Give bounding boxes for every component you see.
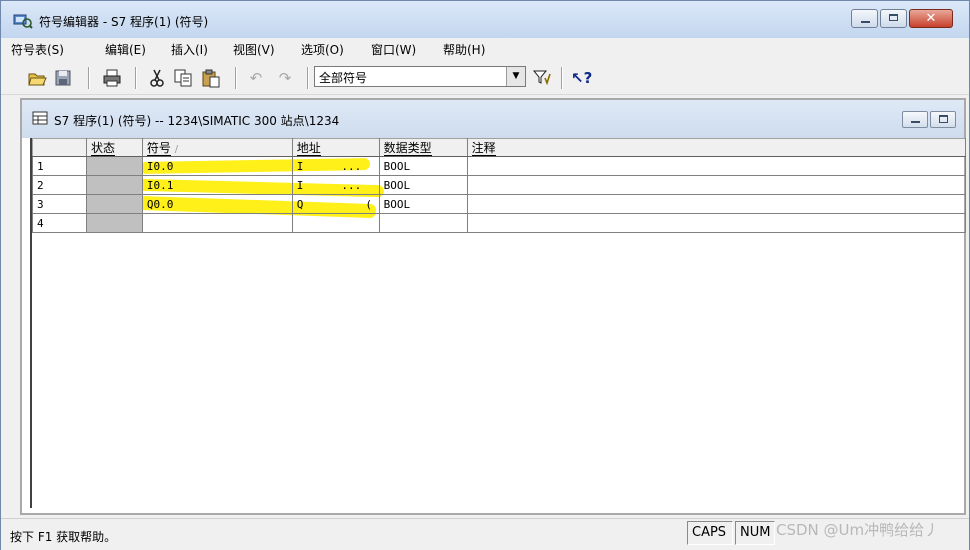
row-number[interactable]: 2	[32, 175, 87, 195]
minimize-icon	[861, 21, 870, 23]
help-pointer-icon[interactable]: ↖?	[571, 68, 592, 88]
table-row[interactable]: 4	[32, 213, 967, 233]
redo-icon[interactable]: ↷	[275, 68, 295, 88]
toolbar-separator	[235, 67, 237, 89]
menu-view[interactable]: 视图(V)	[233, 41, 275, 58]
row-number[interactable]: 4	[32, 213, 87, 233]
save-icon[interactable]	[53, 68, 73, 88]
toolbar-separator	[307, 67, 309, 89]
maximize-button[interactable]	[880, 9, 907, 28]
copy-icon[interactable]	[173, 68, 193, 88]
comment-cell[interactable]	[466, 175, 967, 195]
paste-icon[interactable]	[201, 68, 221, 88]
comment-cell[interactable]	[466, 213, 967, 233]
menu-help[interactable]: 帮助(H)	[443, 41, 485, 58]
toolbar-separator	[88, 67, 90, 89]
sort-indicator-icon: /	[174, 144, 179, 155]
datatype-cell[interactable]	[378, 213, 468, 233]
child-window-title: S7 程序(1) (符号) -- 1234\SIMATIC 300 站点\123…	[54, 114, 340, 128]
menu-options[interactable]: 选项(O)	[301, 41, 344, 58]
symbol-cell[interactable]: I0.1	[141, 175, 293, 195]
address-cell[interactable]: I...	[291, 175, 380, 195]
child-minimize-button[interactable]	[902, 111, 928, 128]
symbol-cell[interactable]	[141, 213, 293, 233]
datatype-cell[interactable]: BOOL	[378, 175, 468, 195]
maximize-icon	[939, 115, 948, 123]
column-header-datatype[interactable]: 数据类型	[378, 138, 468, 157]
watermark-text: CSDN @Um冲鸭给给丿	[776, 521, 940, 539]
column-header-symbol[interactable]: 符号 /	[141, 138, 293, 157]
menu-symbol-table[interactable]: 符号表(S)	[11, 41, 64, 58]
num-indicator: NUM	[735, 521, 775, 545]
symbol-table: 状态 符号 / 地址 数据类型 注释 1 I0.0 I... BOOL 2 I0…	[30, 138, 967, 508]
maximize-icon	[889, 14, 898, 21]
symbol-editor-icon	[13, 14, 33, 29]
row-number[interactable]: 3	[32, 194, 87, 214]
status-cell	[85, 175, 143, 195]
menu-insert[interactable]: 插入(I)	[171, 41, 208, 58]
symbol-table-window: S7 程序(1) (符号) -- 1234\SIMATIC 300 站点\123…	[20, 98, 967, 515]
symbol-filter-value: 全部符号	[319, 71, 368, 85]
symbol-editor-window: 符号编辑器 - S7 程序(1) (符号) ✕ 符号表(S) 编辑(E) 插入(…	[0, 0, 970, 550]
column-header-address[interactable]: 地址	[291, 138, 380, 157]
status-cell	[85, 194, 143, 214]
column-header-rownum	[32, 138, 87, 157]
address-cell[interactable]: Q(	[291, 194, 380, 214]
filter-icon[interactable]	[532, 68, 552, 88]
table-row[interactable]: 3 Q0.0 Q( BOOL	[32, 194, 967, 214]
print-icon[interactable]	[102, 68, 122, 88]
undo-icon[interactable]: ↶	[246, 68, 266, 88]
row-number[interactable]: 1	[32, 156, 87, 176]
close-button[interactable]: ✕	[909, 9, 953, 28]
close-icon: ✕	[925, 11, 937, 26]
datatype-cell[interactable]: BOOL	[378, 156, 468, 176]
address-cell[interactable]: I...	[291, 156, 380, 176]
status-cell	[85, 213, 143, 233]
minimize-icon	[911, 121, 920, 123]
status-cell	[85, 156, 143, 176]
table-row[interactable]: 2 I0.1 I... BOOL	[32, 175, 967, 195]
child-maximize-button[interactable]	[930, 111, 956, 128]
minimize-button[interactable]	[851, 9, 878, 28]
toolbar-separator	[135, 67, 137, 89]
symbol-filter-select[interactable]: 全部符号 ▼	[314, 66, 526, 87]
status-help-text: 按下 F1 获取帮助。	[10, 530, 117, 544]
window-title: 符号编辑器 - S7 程序(1) (符号)	[39, 15, 209, 29]
comment-cell[interactable]	[466, 156, 967, 176]
symbol-table-icon	[32, 111, 48, 125]
toolbar-separator	[561, 67, 563, 89]
open-icon[interactable]	[27, 68, 47, 88]
cut-icon[interactable]	[147, 68, 167, 88]
title-bar[interactable]: 符号编辑器 - S7 程序(1) (符号) ✕	[1, 1, 969, 38]
symbol-cell[interactable]: I0.0	[141, 156, 293, 176]
menu-bar: 符号表(S) 编辑(E) 插入(I) 视图(V) 选项(O) 窗口(W) 帮助(…	[1, 38, 969, 59]
table-header-row: 状态 符号 / 地址 数据类型 注释	[32, 138, 967, 157]
datatype-cell[interactable]: BOOL	[378, 194, 468, 214]
column-header-status[interactable]: 状态	[85, 138, 143, 157]
table-row[interactable]: 1 I0.0 I... BOOL	[32, 156, 967, 176]
child-title-bar[interactable]: S7 程序(1) (符号) -- 1234\SIMATIC 300 站点\123…	[22, 100, 964, 138]
symbol-grid: 状态 符号 / 地址 数据类型 注释 1 I0.0 I... BOOL 2 I0…	[32, 138, 967, 233]
column-header-comment[interactable]: 注释	[466, 138, 967, 157]
caps-indicator: CAPS	[687, 521, 733, 545]
chevron-down-icon[interactable]: ▼	[506, 67, 525, 86]
menu-window[interactable]: 窗口(W)	[371, 41, 416, 58]
menu-edit[interactable]: 编辑(E)	[105, 41, 146, 58]
comment-cell[interactable]	[466, 194, 967, 214]
symbol-cell[interactable]: Q0.0	[141, 194, 293, 214]
address-cell[interactable]	[291, 213, 380, 233]
